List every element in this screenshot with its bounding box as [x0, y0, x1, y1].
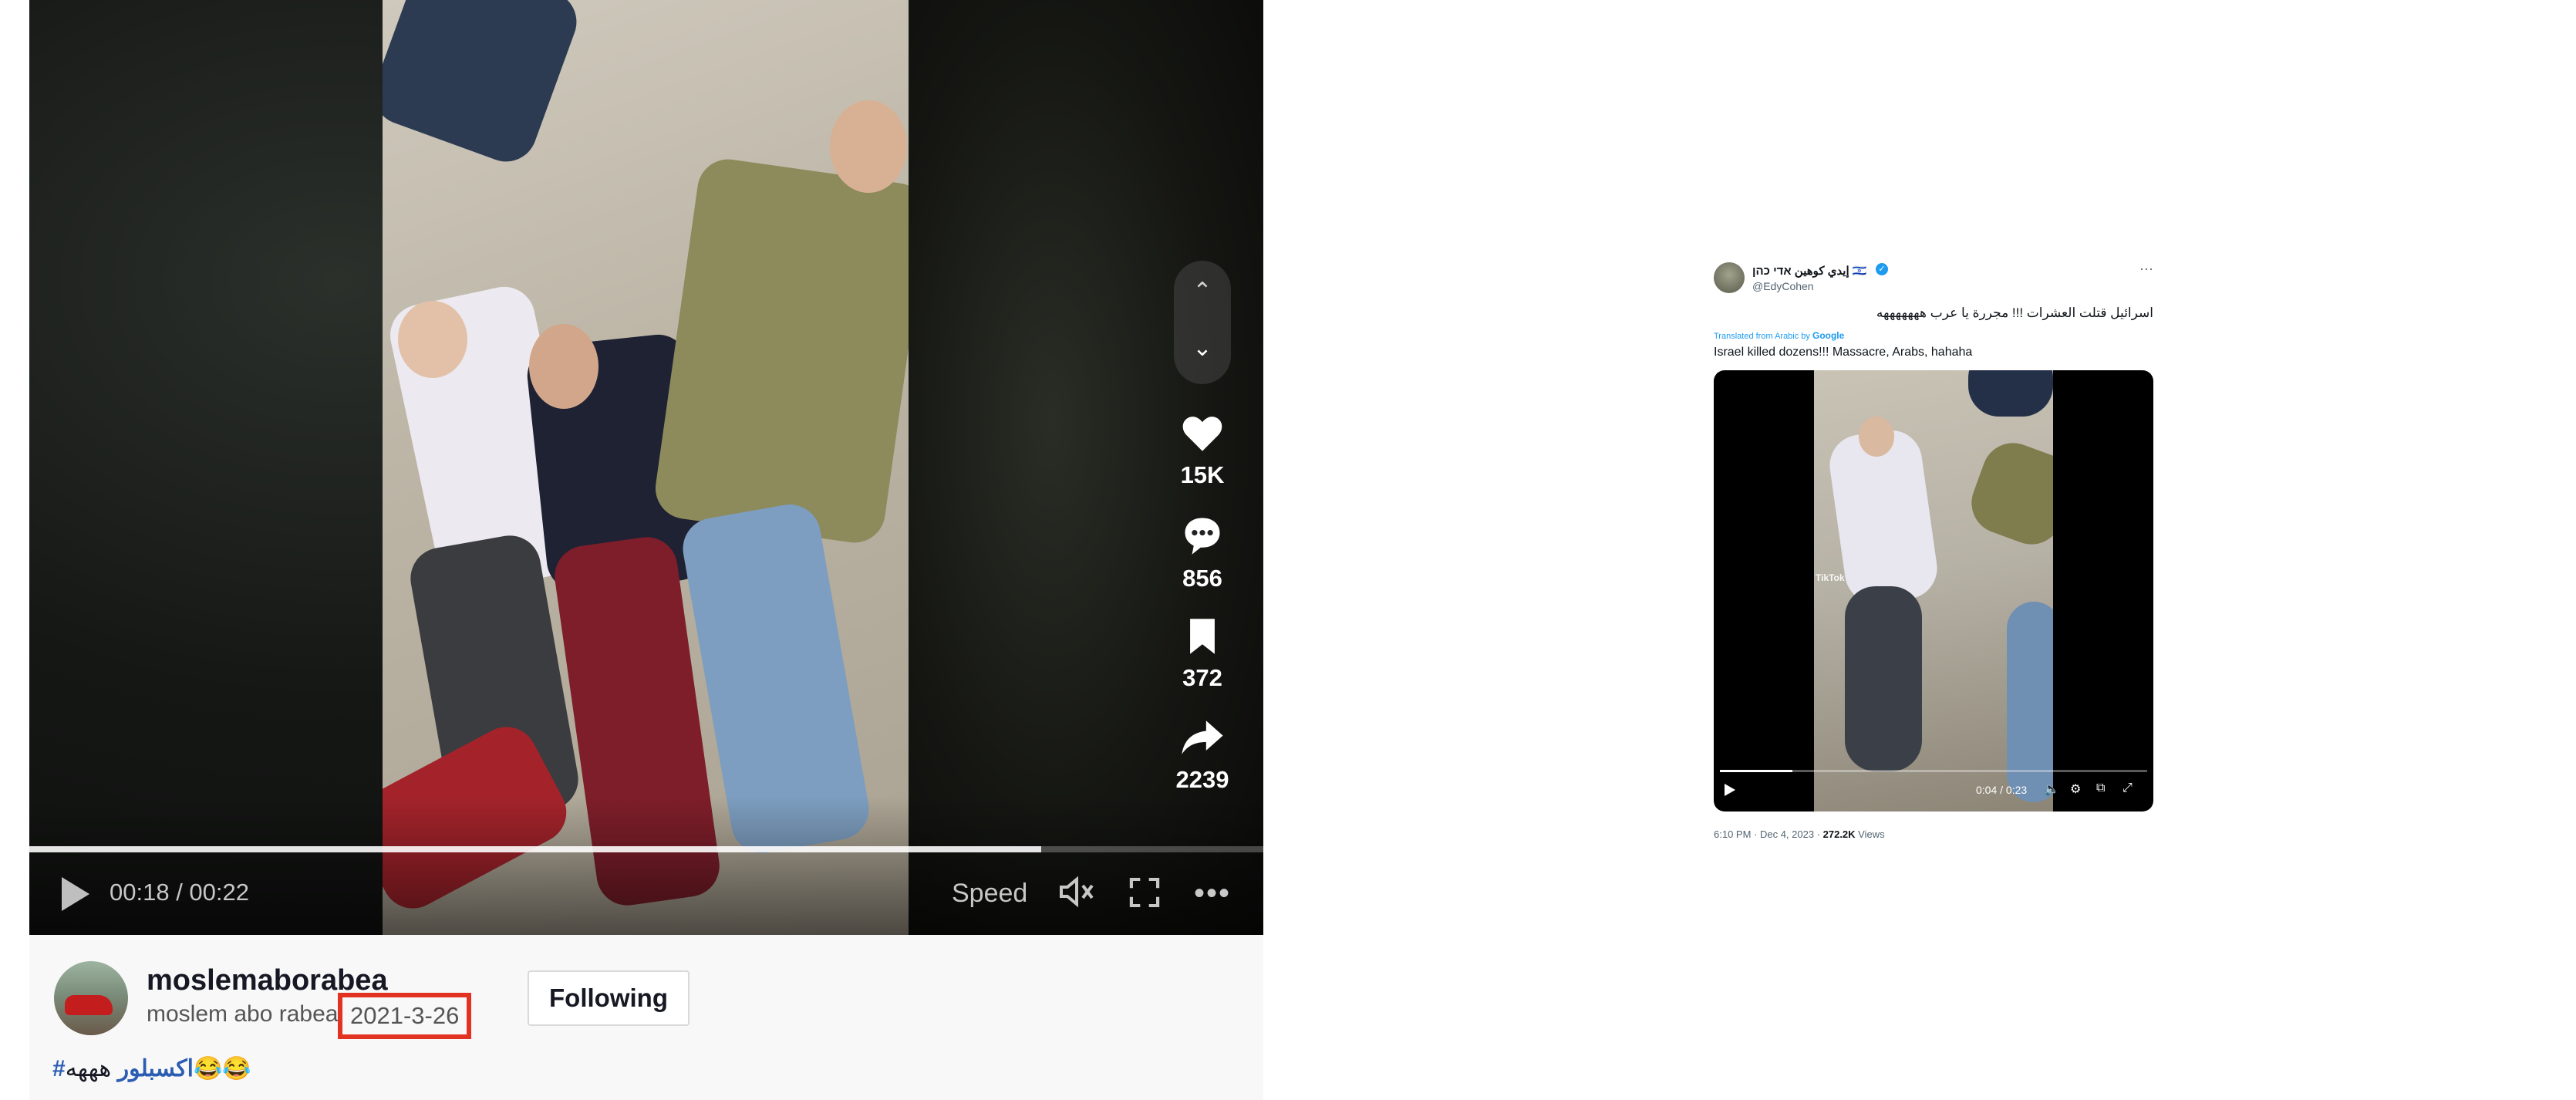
- video-progress-fill: [29, 846, 1041, 852]
- current-time: 00:18: [110, 879, 170, 906]
- person-olive-jacket: [651, 155, 909, 547]
- tiktok-watermark: TikTok: [1816, 572, 1845, 583]
- video-progress-bar[interactable]: [29, 846, 1263, 852]
- bookmark-icon: [1190, 619, 1215, 654]
- tweet-text-arabic: اسرائيل قتلت العشرات !!! مجررة يا عرب هه…: [1876, 305, 2153, 320]
- tweet-play-icon[interactable]: [1725, 784, 1735, 796]
- tweet-fullscreen-icon[interactable]: ⤢: [2123, 781, 2133, 795]
- tweet-handle[interactable]: @EdyCohen: [1752, 280, 1814, 292]
- controls-shade: [29, 796, 1263, 935]
- duration: 00:22: [189, 879, 249, 906]
- heart-icon: [1182, 417, 1222, 451]
- author-nickname: moslem abo rabea: [147, 1001, 339, 1027]
- tweet-current-time: 0:04: [1976, 784, 1998, 796]
- tweet-video[interactable]: TikTok 0:04 / 0:23 🔈 ⚙ ⧉ ⤢: [1714, 370, 2153, 812]
- comment-button[interactable]: 856: [1166, 515, 1239, 592]
- tweet-video-time: 0:04 / 0:23: [1976, 784, 2028, 796]
- head-1: [398, 301, 467, 378]
- tweet-display-name[interactable]: إيدي كوهين אדי כהן 🇮🇱: [1752, 264, 1867, 278]
- tweet-person-jeans-right: [2007, 602, 2053, 802]
- fullscreen-icon[interactable]: [1129, 877, 1160, 913]
- tweet-person-olive: [1963, 434, 2053, 553]
- tweet-views-count: 272.2K: [1822, 828, 1856, 840]
- tweet-timestamp[interactable]: 6:10 PM · Dec 4, 2023 ·: [1714, 828, 1823, 840]
- speed-button[interactable]: Speed: [952, 879, 1027, 909]
- share-count: 2239: [1175, 766, 1229, 793]
- tweet-video-progress-fill: [1720, 770, 1793, 772]
- tweet-settings-icon[interactable]: ⚙: [2070, 781, 2081, 797]
- person-top-legs: [383, 0, 585, 170]
- tweet-pip-icon[interactable]: ⧉: [2096, 781, 2105, 795]
- tweet-head: [1859, 417, 1894, 457]
- post-date-highlight: 2021-3-26: [338, 993, 472, 1039]
- like-count: 15K: [1180, 461, 1225, 488]
- chevron-down-icon[interactable]: ⌄: [1174, 335, 1231, 362]
- avatar[interactable]: [54, 961, 128, 1035]
- comment-count: 856: [1182, 565, 1222, 592]
- share-button[interactable]: 2239: [1166, 717, 1239, 794]
- tweet-person-jeans: [1845, 586, 1922, 771]
- comment-icon: [1185, 518, 1220, 555]
- tweet-volume-icon[interactable]: 🔈: [2044, 781, 2059, 797]
- tweet-footer: 6:10 PM · Dec 4, 2023 · 272.2K Views: [1714, 828, 1885, 840]
- tweet-text-english: Israel killed dozens!!! Massacre, Arabs,…: [1714, 346, 1973, 359]
- save-count: 372: [1182, 664, 1222, 691]
- more-options-icon[interactable]: ···: [2139, 261, 2153, 277]
- avatar-car: [65, 995, 113, 1015]
- tweet-embed: إيدي كوهين אדי כהן 🇮🇱 ✓ @EdyCohen ··· اس…: [1714, 261, 2153, 847]
- tweet-duration: 0:23: [2005, 784, 2028, 796]
- share-arrow-icon: [1182, 720, 1223, 754]
- video-player[interactable]: ⌃ ⌄ 15K 856 372 2239 00:18 / 00:22 Speed: [29, 0, 1263, 935]
- head-2: [529, 324, 598, 409]
- post-caption: #اكسبلور هههه😂😂: [52, 1055, 251, 1082]
- translated-label[interactable]: Translated from Arabic by Google: [1714, 330, 1844, 341]
- verified-badge-icon: ✓: [1876, 263, 1888, 275]
- play-icon[interactable]: [62, 877, 89, 911]
- video-time: 00:18 / 00:22: [110, 879, 249, 906]
- author-bar: moslemaborabea moslem abo rabea 2021-3-2…: [29, 935, 1263, 1100]
- head-3: [830, 100, 907, 193]
- like-button[interactable]: 15K: [1166, 414, 1239, 489]
- more-icon[interactable]: •••: [1194, 876, 1231, 911]
- tiktok-post: ⌃ ⌄ 15K 856 372 2239 00:18 / 00:22 Speed: [29, 0, 1263, 1100]
- save-button[interactable]: 372: [1166, 617, 1239, 692]
- following-button[interactable]: Following: [528, 970, 690, 1026]
- volume-icon[interactable]: [1058, 876, 1095, 913]
- tweet-legs-top: [1968, 370, 2053, 417]
- video-navigation: ⌃ ⌄: [1174, 261, 1231, 384]
- translated-text: Translated from Arabic by: [1714, 332, 1810, 341]
- google-logo: Google: [1812, 330, 1845, 341]
- tweet-video-progress[interactable]: [1720, 770, 2147, 772]
- tweet-avatar[interactable]: [1714, 262, 1745, 293]
- chevron-up-icon[interactable]: ⌃: [1174, 278, 1231, 305]
- tweet-views-label: Views: [1855, 828, 1885, 840]
- video-frame[interactable]: [383, 0, 909, 935]
- tweet-video-frame: [1814, 370, 2053, 812]
